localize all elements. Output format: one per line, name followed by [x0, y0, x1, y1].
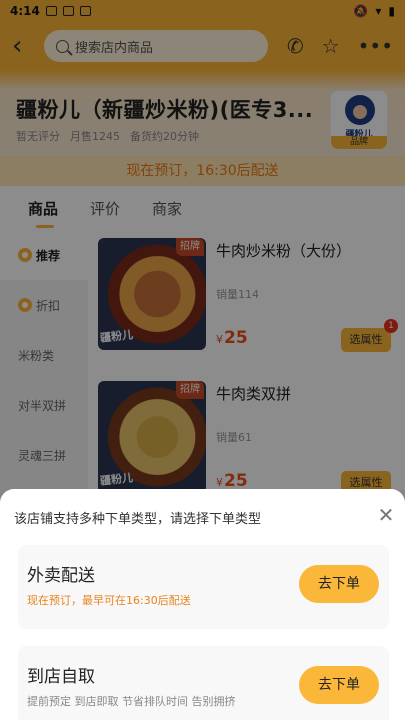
order-type-sheet: 该店铺支持多种下单类型，请选择下单类型 ✕ 外卖配送 现在预订，最早可在16:3… [0, 489, 405, 720]
delivery-order-button[interactable]: 去下单 [299, 565, 379, 603]
option-desc: 现在预订，最早可在16:30后配送 [27, 594, 191, 607]
option-pickup[interactable]: 到店自取 提前预定 到店即取 节省排队时间 告别拥挤 去下单 [18, 646, 389, 720]
option-desc: 提前预定 到店即取 节省排队时间 告别拥挤 [27, 695, 236, 708]
option-title: 到店自取 [27, 667, 95, 687]
pickup-order-button[interactable]: 去下单 [299, 666, 379, 704]
option-delivery[interactable]: 外卖配送 现在预订，最早可在16:30后配送 去下单 [18, 545, 389, 629]
close-icon[interactable]: ✕ [374, 503, 398, 527]
option-title: 外卖配送 [27, 566, 95, 586]
sheet-title: 该店铺支持多种下单类型，请选择下单类型 [14, 512, 262, 527]
